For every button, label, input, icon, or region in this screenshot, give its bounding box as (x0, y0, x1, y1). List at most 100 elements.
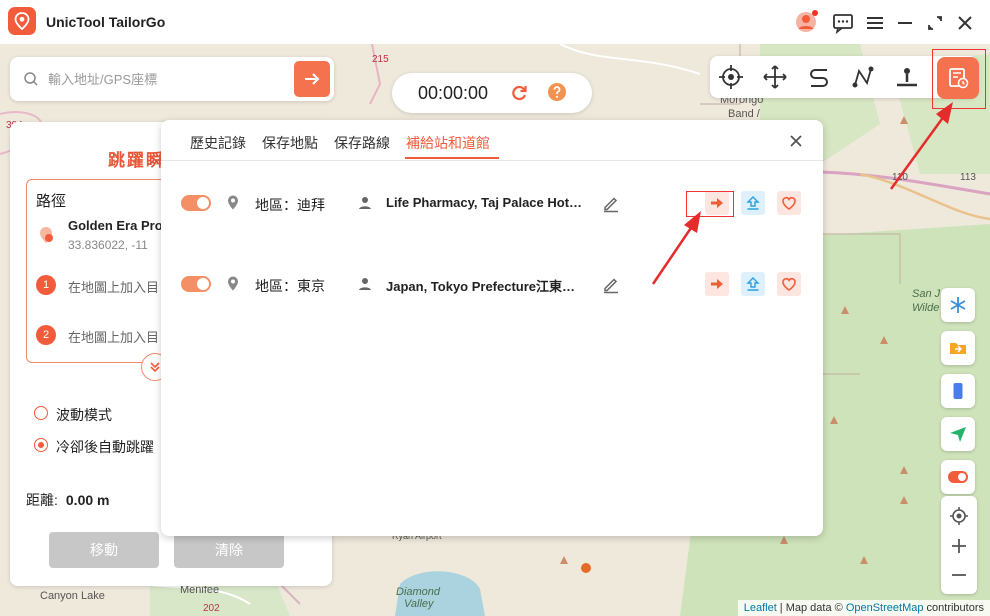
tab-saved-places[interactable]: 保存地點 (262, 133, 318, 153)
favorite-button[interactable] (777, 272, 801, 296)
attribution-sep: | Map data © (776, 602, 846, 614)
menu-icon[interactable] (864, 12, 886, 34)
export-button[interactable] (741, 191, 765, 215)
map-label-r110: 110 (892, 172, 908, 183)
wave-mode-label: 波動模式 (56, 407, 112, 423)
move-arrows-icon (763, 65, 787, 89)
freeze-button[interactable] (941, 288, 975, 322)
zoom-in-icon[interactable] (949, 536, 969, 556)
person-pin-icon (897, 68, 917, 87)
history-doc-icon (949, 68, 969, 89)
settings-toggle-button[interactable] (941, 460, 975, 494)
attribution-contrib: contributors (923, 602, 984, 614)
modal-tabs: 歷史記錄 保存地點 保存路線 補給站和道館 (161, 120, 823, 161)
zoom-out-icon[interactable] (949, 565, 969, 585)
edit-pencil-icon[interactable] (601, 193, 621, 213)
arrow-right-icon (305, 73, 320, 85)
jump-mode-button[interactable] (892, 62, 922, 92)
go-to-location-button[interactable] (705, 272, 729, 296)
upload-icon (746, 196, 760, 210)
heart-icon (782, 197, 796, 210)
distance-label: 距離: (26, 492, 58, 508)
map-label-wilde: Wilde (912, 302, 940, 314)
stop-2-hint[interactable]: 在地圖上加入目 (68, 327, 159, 346)
folder-icon (950, 343, 966, 354)
map-label-r215: 215 (372, 54, 389, 65)
tab-pokestops-gyms[interactable]: 補給站和道館 (406, 133, 490, 153)
search-go-button[interactable] (294, 61, 330, 97)
map-label-san-j: San J (912, 288, 941, 300)
multi-spot-mode-button[interactable] (848, 62, 878, 92)
tab-saved-routes[interactable]: 保存路線 (334, 133, 390, 153)
person-location-icon (359, 197, 371, 209)
map-label-valley: Valley (404, 598, 434, 610)
crosshair-icon (719, 65, 743, 89)
edit-pencil-icon[interactable] (601, 274, 621, 294)
stop-1-hint[interactable]: 在地圖上加入目 (68, 277, 159, 296)
search-icon (24, 72, 38, 86)
start-place-coord: 33.836022, -11 (68, 238, 148, 252)
saved-places-modal: 歷史記錄 保存地點 保存路線 補給站和道館 地區：迪拜 Life Pharmac… (161, 120, 823, 536)
path-nodes-icon (852, 66, 874, 88)
avatar-icon[interactable] (795, 10, 818, 32)
tab-history[interactable]: 歷史記錄 (190, 133, 246, 153)
pokestop-gym-mode-button[interactable] (937, 57, 979, 99)
start-place-name: Golden Era Pro (68, 218, 163, 233)
app-title: UnicTool TailorGo (46, 14, 166, 30)
cooldown-timer: 00:00:00 (392, 73, 592, 113)
osm-link[interactable]: OpenStreetMap (846, 602, 924, 614)
auto-jump-radio[interactable] (34, 438, 48, 452)
map-label-band: Band / (728, 108, 760, 120)
title-bar: UnicTool TailorGo (0, 0, 990, 45)
restore-icon[interactable] (924, 12, 946, 34)
minimize-icon[interactable] (894, 12, 916, 34)
region-label: 地區：迪拜 (255, 197, 325, 213)
import-gpx-button[interactable] (941, 331, 975, 365)
map-label-canyon-lake: Canyon Lake (40, 590, 105, 602)
highlight-box (686, 191, 734, 217)
clear-button[interactable]: 清除 (174, 532, 284, 568)
heart-icon (782, 278, 796, 291)
list-item: 地區：東京 Japan, Tokyo Prefecture江東… (161, 266, 823, 306)
locate-me-icon[interactable] (949, 506, 969, 526)
export-button[interactable] (741, 272, 765, 296)
move-button[interactable]: 移動 (49, 532, 159, 568)
route-s-icon (810, 69, 828, 87)
route-heading: 路徑 (36, 193, 67, 210)
timer-value: 00:00:00 (418, 83, 489, 103)
auto-jump-label: 冷卻後自動跳躍 (56, 439, 154, 455)
arrow-right-icon (711, 279, 723, 289)
feedback-icon[interactable] (832, 12, 854, 35)
search-input[interactable] (46, 67, 290, 91)
map-label-r202: 202 (203, 603, 220, 614)
send-button[interactable] (941, 417, 975, 451)
help-icon[interactable] (547, 82, 567, 102)
close-icon[interactable] (787, 132, 805, 150)
zoom-controls (941, 496, 977, 594)
two-spot-mode-button[interactable] (804, 62, 834, 92)
enable-toggle[interactable] (181, 195, 211, 211)
stop-number-1: 1 (36, 275, 56, 295)
panel-title: 跳躍瞬 (108, 151, 165, 170)
favorite-button[interactable] (777, 191, 801, 215)
distance-readout: 距離: 0.00 m (26, 490, 109, 510)
teleport-mode-button[interactable] (716, 62, 746, 92)
paper-plane-icon (950, 427, 966, 442)
upload-icon (746, 277, 760, 291)
close-window-icon[interactable] (954, 12, 976, 34)
app-logo-icon (8, 7, 36, 35)
enable-toggle[interactable] (181, 276, 211, 292)
joystick-mode-button[interactable] (760, 62, 790, 92)
map-attribution: Leaflet | Map data © OpenStreetMap contr… (737, 600, 990, 616)
pokestop-gym-mode-highlight (932, 49, 986, 109)
device-button[interactable] (941, 374, 975, 408)
stop-number-2: 2 (36, 325, 56, 345)
location-pin-icon (228, 195, 238, 210)
person-location-icon (359, 278, 371, 290)
address-label: Life Pharmacy, Taj Palace Hot… (386, 195, 583, 210)
leaflet-link[interactable]: Leaflet (744, 602, 777, 614)
wave-mode-radio[interactable] (34, 406, 48, 420)
location-pin-icon (228, 276, 238, 291)
address-label: Japan, Tokyo Prefecture江東… (386, 279, 576, 294)
refresh-icon[interactable] (509, 83, 529, 103)
